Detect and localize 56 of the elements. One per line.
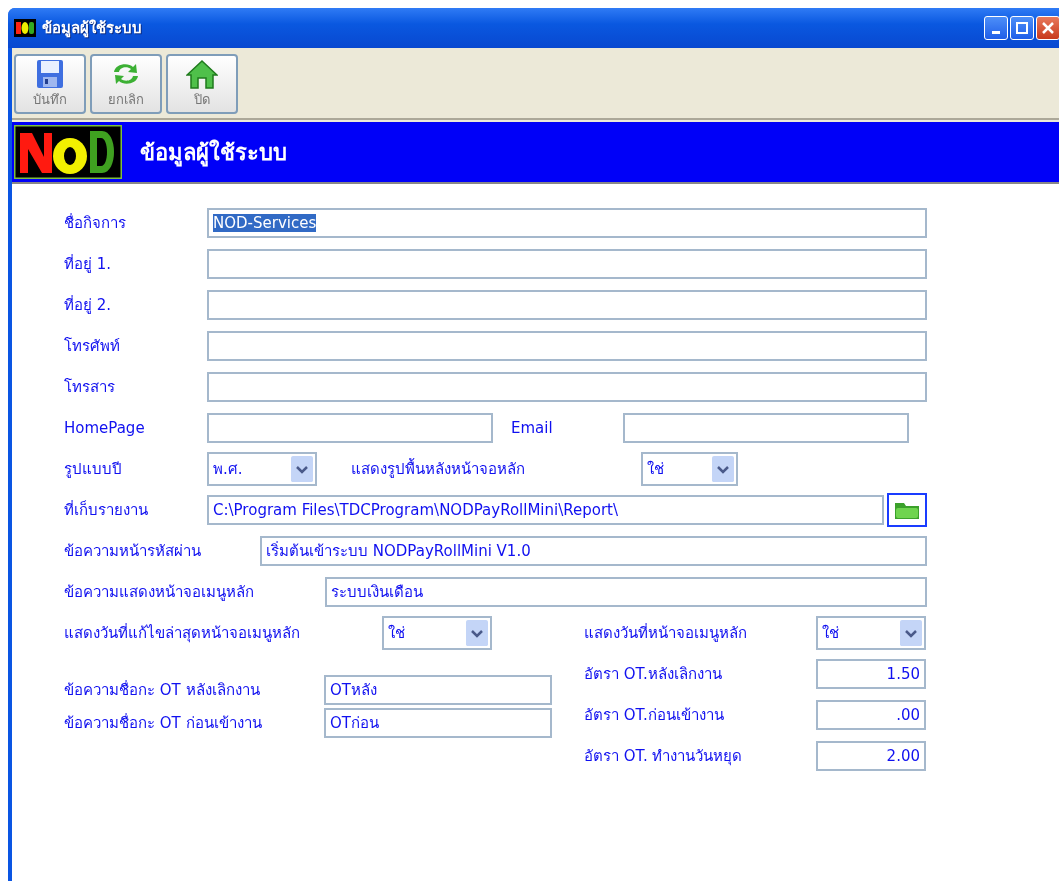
number-field[interactable]: 2.00 bbox=[816, 740, 926, 771]
chevron-down-icon bbox=[291, 455, 313, 482]
field-label: ที่เก็บรายงาน bbox=[64, 499, 149, 521]
field-label: ข้อความชื่อกะ OT หลังเลิกงาน bbox=[64, 679, 261, 701]
text-field[interactable]: OTก่อน bbox=[324, 707, 552, 738]
house-icon bbox=[186, 58, 218, 89]
field-label: แสดงรูปพื้นหลังหน้าจอหลัก bbox=[351, 457, 526, 480]
form-heading: ข้อมูลผู้ใช้ระบบ bbox=[140, 138, 287, 169]
close-icon bbox=[1042, 22, 1054, 34]
text-field[interactable]: NOD-Services bbox=[207, 207, 927, 238]
chevron-down-icon bbox=[900, 619, 922, 646]
field-label: โทรศัพท์ bbox=[64, 335, 121, 357]
text-field[interactable]: ระบบเงินเดือน bbox=[325, 576, 927, 607]
dropdown[interactable]: ใช่ bbox=[641, 451, 738, 486]
chevron-down-icon bbox=[712, 455, 734, 482]
dropdown[interactable]: ใช่ bbox=[816, 615, 926, 650]
dropdown[interactable]: พ.ศ. bbox=[207, 451, 317, 486]
field-label: HomePage bbox=[64, 418, 146, 437]
text-field[interactable]: เริ่มต้นเข้าระบบ NODPayRollMini V1.0 bbox=[260, 535, 927, 566]
field-label: ข้อความแสดงหน้าจอเมนูหลัก bbox=[64, 581, 255, 603]
text-field[interactable] bbox=[207, 330, 927, 361]
toolbar-button[interactable]: บันทึก bbox=[14, 54, 86, 114]
minimize-button[interactable] bbox=[984, 16, 1008, 40]
window-title: ข้อมูลผู้ใช้ระบบ bbox=[42, 18, 143, 40]
close-button[interactable] bbox=[1036, 16, 1059, 40]
dropdown[interactable]: ใช่ bbox=[382, 615, 492, 650]
maximize-icon bbox=[1016, 22, 1028, 34]
chevron-down-icon bbox=[466, 619, 488, 646]
browse-button[interactable] bbox=[887, 492, 927, 527]
number-field[interactable]: .00 bbox=[816, 699, 926, 730]
field-label: ที่อยู่ 1. bbox=[64, 253, 113, 275]
maximize-button[interactable] bbox=[1010, 16, 1034, 40]
field-label: รูปแบบปี bbox=[64, 458, 123, 480]
field-label: โทรสาร bbox=[64, 376, 116, 398]
text-field[interactable] bbox=[207, 412, 493, 443]
text-field[interactable]: OTหลัง bbox=[324, 674, 552, 705]
field-label: ที่อยู่ 2. bbox=[64, 294, 113, 316]
field-label: ชื่อกิจการ bbox=[64, 212, 127, 234]
field-label: อัตรา OT. ทำงานวันหยุด bbox=[584, 745, 744, 768]
text-field[interactable]: C:\Program Files\TDCProgram\NODPayRollMini\Report\ bbox=[207, 494, 884, 525]
field-label: อัตรา OT.หลังเลิกงาน bbox=[584, 663, 723, 685]
app-icon bbox=[14, 19, 36, 37]
text-field[interactable] bbox=[623, 412, 909, 443]
field-label: ข้อความหน้ารหัสผ่าน bbox=[64, 540, 202, 562]
field-label: แสดงวันที่แก้ไขล่าสุดหน้าจอเมนูหลัก bbox=[64, 622, 301, 645]
text-field[interactable] bbox=[207, 248, 927, 279]
text-field[interactable] bbox=[207, 371, 927, 402]
field-label: แสดงวันที่หน้าจอเมนูหลัก bbox=[584, 622, 748, 644]
number-field[interactable]: 1.50 bbox=[816, 658, 926, 689]
toolbar-button[interactable]: ยกเลิก bbox=[90, 54, 162, 114]
minimize-icon bbox=[992, 30, 1000, 34]
field-label: Email bbox=[511, 418, 554, 437]
field-label: อัตรา OT.ก่อนเข้างาน bbox=[584, 704, 725, 726]
text-field[interactable] bbox=[207, 289, 927, 320]
toolbar-button[interactable]: ปิด bbox=[166, 54, 238, 114]
field-label: ข้อความชื่อกะ OT ก่อนเข้างาน bbox=[64, 712, 263, 734]
